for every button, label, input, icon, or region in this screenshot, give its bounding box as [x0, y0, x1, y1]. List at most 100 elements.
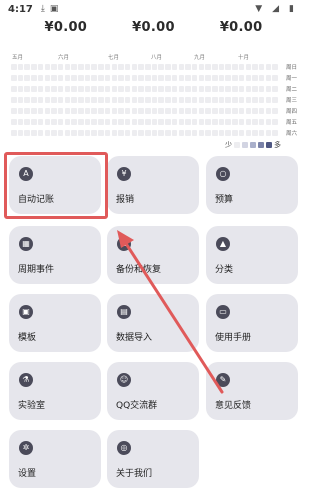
about-us-tile[interactable]: ◎ 关于我们 [107, 430, 199, 488]
heatmap-cell [131, 97, 138, 103]
tile-label: 意见反馈 [215, 401, 252, 411]
heatmap-cell [64, 64, 71, 70]
heatmap-cell [272, 64, 278, 70]
heatmap-cell [252, 97, 258, 103]
heatmap-cell [265, 86, 272, 92]
heatmap-cell [104, 86, 111, 92]
heatmap-cell [252, 75, 258, 81]
heatmap-cell [37, 64, 44, 70]
highlight-box [4, 152, 108, 219]
heatmap-cell [131, 130, 138, 136]
heatmap-cell [158, 75, 164, 81]
heatmap-cell [205, 119, 211, 125]
heatmap-cell [218, 64, 225, 70]
legend-less: 少 [225, 141, 232, 149]
tile-label: 数据导入 [116, 333, 153, 343]
recurring-events-tile[interactable]: ▦ 周期事件 [9, 226, 101, 284]
lab-icon: ⚗ [19, 373, 33, 387]
tile-label: 使用手册 [215, 333, 252, 343]
settings-tile[interactable]: ✲ 设置 [9, 430, 101, 488]
heatmap-cell [98, 64, 104, 70]
backup-icon: ☁ [117, 237, 131, 251]
lab-tile[interactable]: ⚗ 实验室 [9, 362, 101, 420]
weekday-label: 周五 [286, 120, 298, 126]
heatmap-cell [44, 97, 50, 103]
heatmap-cell [265, 130, 272, 136]
heatmap-cell [178, 108, 184, 114]
heatmap-cell [171, 75, 178, 81]
heatmap-cell [198, 86, 205, 92]
heatmap-cell [57, 130, 64, 136]
heatmap-cell [238, 75, 245, 81]
heatmap-cell [198, 97, 205, 103]
download-icon: ⤓ [40, 4, 45, 14]
heatmap-cell [185, 86, 191, 92]
heatmap-cell [245, 97, 251, 103]
heatmap-cell [272, 75, 278, 81]
heatmap-cell [91, 130, 97, 136]
heatmap-cell [232, 108, 238, 114]
heatmap-cell [232, 130, 238, 136]
category-tile[interactable]: ▲ 分类 [206, 226, 298, 284]
tile-label: 备份和恢复 [116, 265, 162, 275]
weekday-label: 周一 [286, 76, 298, 82]
heatmap-cell [17, 108, 24, 114]
heatmap-cell [124, 108, 131, 114]
heatmap-cell [138, 64, 144, 70]
heatmap-cell [131, 86, 138, 92]
heatmap-cell [171, 64, 178, 70]
wifi-icon: ▼ [255, 4, 263, 14]
heatmap-cell [272, 86, 278, 92]
heatmap-cell [245, 75, 251, 81]
heatmap-cell [205, 64, 211, 70]
heatmap-cell [104, 64, 111, 70]
heatmap-cell [118, 86, 124, 92]
heatmap-cell [118, 97, 124, 103]
qq-group-tile[interactable]: ☺ QQ交流群 [107, 362, 199, 420]
heatmap-cell [218, 86, 225, 92]
heatmap-cell [98, 130, 104, 136]
tile-label: 分类 [215, 265, 234, 275]
template-tile[interactable]: ▣ 模板 [9, 294, 101, 352]
heatmap-cell [185, 108, 191, 114]
heatmap-cell [138, 75, 144, 81]
backup-restore-tile[interactable]: ☁ 备份和恢复 [107, 226, 199, 284]
heatmap-cell [238, 119, 245, 125]
heatmap-cell [98, 97, 104, 103]
heatmap-cell [145, 130, 151, 136]
heatmap-cell [191, 130, 198, 136]
heatmap-cell [78, 119, 84, 125]
heatmap-cell [205, 86, 211, 92]
heatmap-cell [31, 130, 37, 136]
calendar-icon: ▦ [19, 237, 33, 251]
user-manual-tile[interactable]: ▭ 使用手册 [206, 294, 298, 352]
heatmap-cell [198, 64, 205, 70]
feedback-icon: ✎ [216, 373, 230, 387]
heatmap-cell [91, 86, 97, 92]
heatmap-cell [64, 75, 71, 81]
heatmap-cell [17, 64, 24, 70]
heatmap-cell [258, 75, 265, 81]
heatmap-cell [11, 64, 17, 70]
tile-label: 关于我们 [116, 469, 153, 479]
heatmap-cell [145, 64, 151, 70]
heatmap-cell [37, 119, 44, 125]
heatmap-cell [178, 119, 184, 125]
heatmap-cell [151, 64, 158, 70]
heatmap-cell [64, 108, 71, 114]
heatmap-cell [191, 64, 198, 70]
heatmap-cell [51, 86, 57, 92]
heatmap-cell [124, 64, 131, 70]
heatmap-cell [145, 108, 151, 114]
heatmap-cell [212, 119, 218, 125]
legend-more: 多 [274, 141, 281, 149]
heatmap-cell [24, 108, 30, 114]
budget-tile[interactable]: ○ 预算 [206, 156, 298, 214]
heatmap-cell [78, 75, 84, 81]
data-import-tile[interactable]: ▤ 数据导入 [107, 294, 199, 352]
heatmap-cell [111, 97, 117, 103]
feedback-tile[interactable]: ✎ 意见反馈 [206, 362, 298, 420]
heatmap-cell [158, 86, 164, 92]
heatmap-cell [57, 86, 64, 92]
reimburse-tile[interactable]: ¥ 报销 [107, 156, 199, 214]
